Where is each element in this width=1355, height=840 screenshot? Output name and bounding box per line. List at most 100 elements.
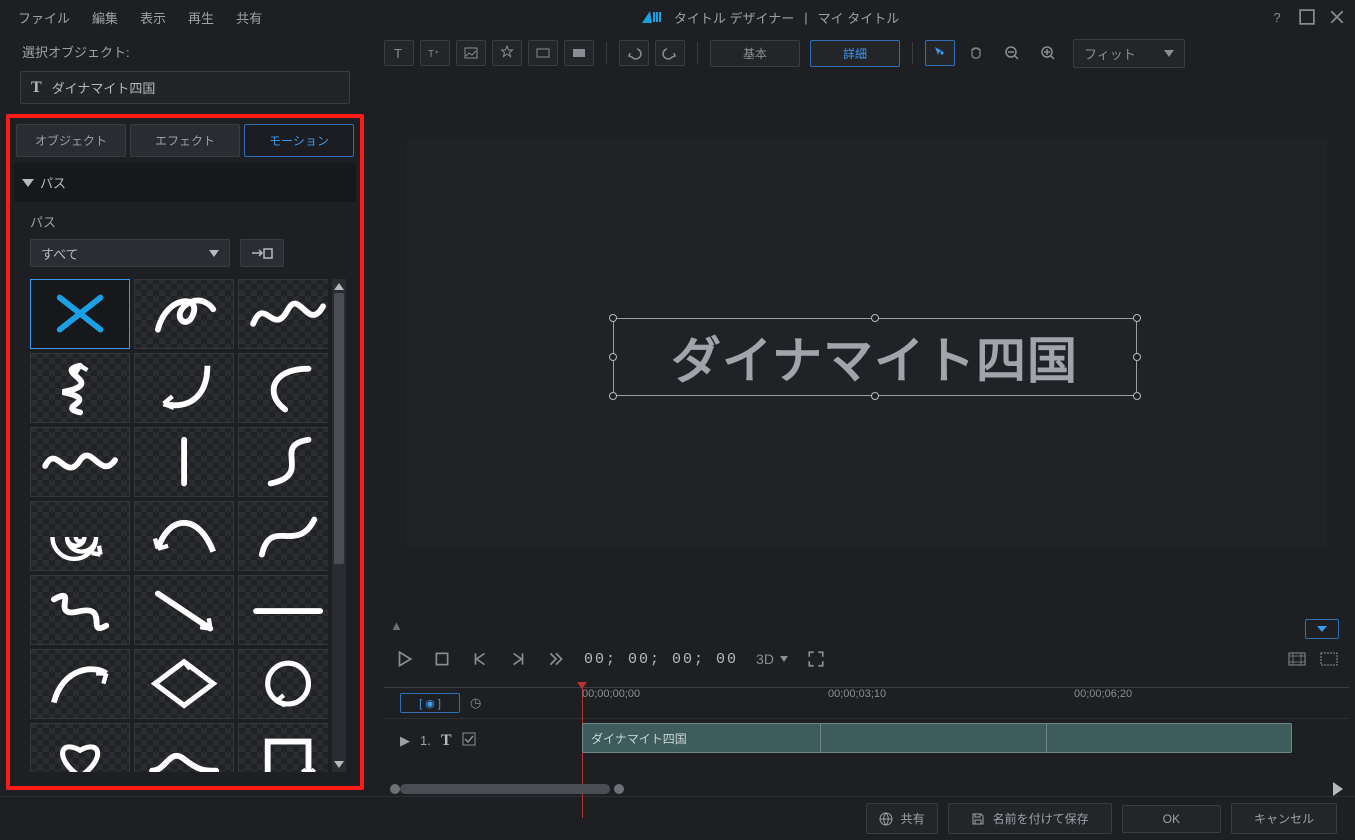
scroll-knob[interactable] bbox=[614, 784, 624, 794]
track-visible-checkbox[interactable] bbox=[462, 732, 476, 749]
ok-button[interactable]: OK bbox=[1122, 805, 1221, 833]
track-expand-icon[interactable]: ▶ bbox=[400, 733, 410, 749]
path-thumb-n[interactable] bbox=[238, 501, 328, 571]
tab-motion[interactable]: モーション bbox=[244, 124, 354, 157]
timeline-track[interactable]: ダイナマイト四国 bbox=[580, 719, 1349, 762]
path-thumb-arc2[interactable] bbox=[30, 649, 130, 719]
play-button[interactable] bbox=[394, 649, 414, 669]
path-thumb-square-u[interactable] bbox=[238, 723, 328, 772]
scroll-up-icon[interactable] bbox=[334, 283, 344, 290]
path-thumb-bump[interactable] bbox=[134, 723, 234, 772]
menu-file[interactable]: ファイル bbox=[10, 4, 78, 31]
resize-handle[interactable] bbox=[1133, 353, 1141, 361]
canvas[interactable]: ダイナマイト四国 bbox=[407, 138, 1327, 548]
save-as-button[interactable]: 名前を付けて保存 bbox=[948, 803, 1112, 834]
resize-handle[interactable] bbox=[1133, 392, 1141, 400]
toolbar-divider bbox=[697, 42, 698, 64]
share-button[interactable]: 共有 bbox=[866, 803, 938, 834]
path-thumb-none[interactable] bbox=[30, 279, 130, 349]
prev-frame-button[interactable] bbox=[470, 649, 490, 669]
resize-handle[interactable] bbox=[609, 314, 617, 322]
pan-tool-button[interactable] bbox=[961, 40, 991, 66]
path-filter-select[interactable]: すべて bbox=[30, 239, 230, 267]
canvas-viewport[interactable]: ダイナマイト四国 bbox=[384, 72, 1349, 614]
menu-share[interactable]: 共有 bbox=[228, 4, 270, 31]
path-thumb-zigzag[interactable] bbox=[30, 353, 130, 423]
path-thumb-arc[interactable] bbox=[134, 501, 234, 571]
path-thumb-wave1[interactable] bbox=[238, 279, 328, 349]
section-path-header[interactable]: パス bbox=[14, 163, 356, 202]
path-thumb-curve-j[interactable] bbox=[134, 353, 234, 423]
menu-play[interactable]: 再生 bbox=[180, 4, 222, 31]
grid-scrollbar[interactable] bbox=[332, 279, 346, 772]
insert-bg-button[interactable] bbox=[528, 40, 558, 66]
insert-shape-button[interactable] bbox=[564, 40, 594, 66]
track-header[interactable]: ▶ 1. T bbox=[384, 719, 580, 762]
path-thumb-loop[interactable] bbox=[134, 279, 234, 349]
scroll-thumb[interactable] bbox=[334, 293, 344, 564]
chevron-down-icon bbox=[780, 656, 788, 662]
cancel-button[interactable]: キャンセル bbox=[1231, 803, 1337, 834]
resize-handle[interactable] bbox=[871, 314, 879, 322]
playback-controls: 00; 00; 00; 00 3D bbox=[384, 637, 1349, 681]
resize-handle[interactable] bbox=[609, 353, 617, 361]
tab-object[interactable]: オブジェクト bbox=[16, 124, 126, 157]
path-thumb-s2[interactable] bbox=[30, 575, 130, 645]
zoom-out-button[interactable] bbox=[997, 40, 1027, 66]
menu-view[interactable]: 表示 bbox=[132, 4, 174, 31]
timeline-hscroll[interactable] bbox=[384, 782, 1349, 796]
resize-handle[interactable] bbox=[871, 392, 879, 400]
text-bounding-box[interactable]: ダイナマイト四国 bbox=[613, 318, 1137, 396]
keyframe-mode-button[interactable]: [ ◉ ] bbox=[400, 693, 460, 713]
scroll-right-icon[interactable] bbox=[1333, 782, 1343, 796]
timeline-ruler[interactable]: 00;00;00;00 00;00;03;10 00;00;06;20 bbox=[580, 688, 1349, 718]
timecode-display[interactable]: 00; 00; 00; 00 bbox=[584, 651, 738, 668]
path-thumb-horiz[interactable] bbox=[238, 575, 328, 645]
undo-button[interactable] bbox=[619, 40, 649, 66]
path-thumb-circle[interactable] bbox=[238, 649, 328, 719]
path-thumb-curve-c[interactable] bbox=[238, 353, 328, 423]
zoom-in-button[interactable] bbox=[1033, 40, 1063, 66]
path-thumb-diag[interactable] bbox=[134, 575, 234, 645]
safe-zone-button[interactable] bbox=[1287, 649, 1307, 669]
playhead-marker-icon[interactable]: ▲ bbox=[390, 618, 403, 633]
clock-icon[interactable]: ◷ bbox=[470, 695, 481, 711]
resize-handle[interactable] bbox=[609, 392, 617, 400]
timeline-clip[interactable]: ダイナマイト四国 bbox=[582, 723, 1292, 753]
mode-detail-button[interactable]: 詳細 bbox=[810, 40, 900, 67]
scroll-down-icon[interactable] bbox=[334, 761, 344, 768]
scroll-knob[interactable] bbox=[390, 784, 400, 794]
help-icon[interactable]: ? bbox=[1269, 9, 1285, 25]
path-thumb-wave2[interactable] bbox=[30, 427, 130, 497]
insert-title-button[interactable]: T⁺ bbox=[420, 40, 450, 66]
path-thumb-curve-s[interactable] bbox=[238, 427, 328, 497]
grid-button[interactable] bbox=[1319, 649, 1339, 669]
property-tabs: オブジェクト エフェクト モーション bbox=[14, 122, 356, 159]
range-dropdown[interactable] bbox=[1305, 619, 1339, 639]
path-thumb-heart[interactable] bbox=[30, 723, 130, 772]
scroll-bar[interactable] bbox=[400, 784, 610, 794]
insert-text-button[interactable]: T bbox=[384, 40, 414, 66]
maximize-icon[interactable] bbox=[1299, 9, 1315, 25]
move-tool-button[interactable] bbox=[925, 40, 955, 66]
fullscreen-button[interactable] bbox=[806, 649, 826, 669]
insert-image-button[interactable] bbox=[456, 40, 486, 66]
menu-edit[interactable]: 編集 bbox=[84, 4, 126, 31]
next-frame-button[interactable] bbox=[508, 649, 528, 669]
path-thumb-vertical[interactable] bbox=[134, 427, 234, 497]
close-icon[interactable] bbox=[1329, 9, 1345, 25]
redo-button[interactable] bbox=[655, 40, 685, 66]
path-thumb-diamond[interactable] bbox=[134, 649, 234, 719]
stop-button[interactable] bbox=[432, 649, 452, 669]
fast-forward-button[interactable] bbox=[546, 649, 566, 669]
canvas-toolbar: T T⁺ 基本 詳細 フィット bbox=[384, 34, 1349, 72]
import-path-button[interactable] bbox=[240, 239, 284, 267]
mode-basic-button[interactable]: 基本 bbox=[710, 40, 800, 67]
path-thumb-spiral[interactable] bbox=[30, 501, 130, 571]
selected-object-row[interactable]: T ダイナマイト四国 bbox=[20, 71, 350, 104]
zoom-fit-select[interactable]: フィット bbox=[1073, 39, 1185, 68]
resize-handle[interactable] bbox=[1133, 314, 1141, 322]
3d-toggle[interactable]: 3D bbox=[756, 651, 788, 667]
insert-particle-button[interactable] bbox=[492, 40, 522, 66]
tab-effect[interactable]: エフェクト bbox=[130, 124, 240, 157]
